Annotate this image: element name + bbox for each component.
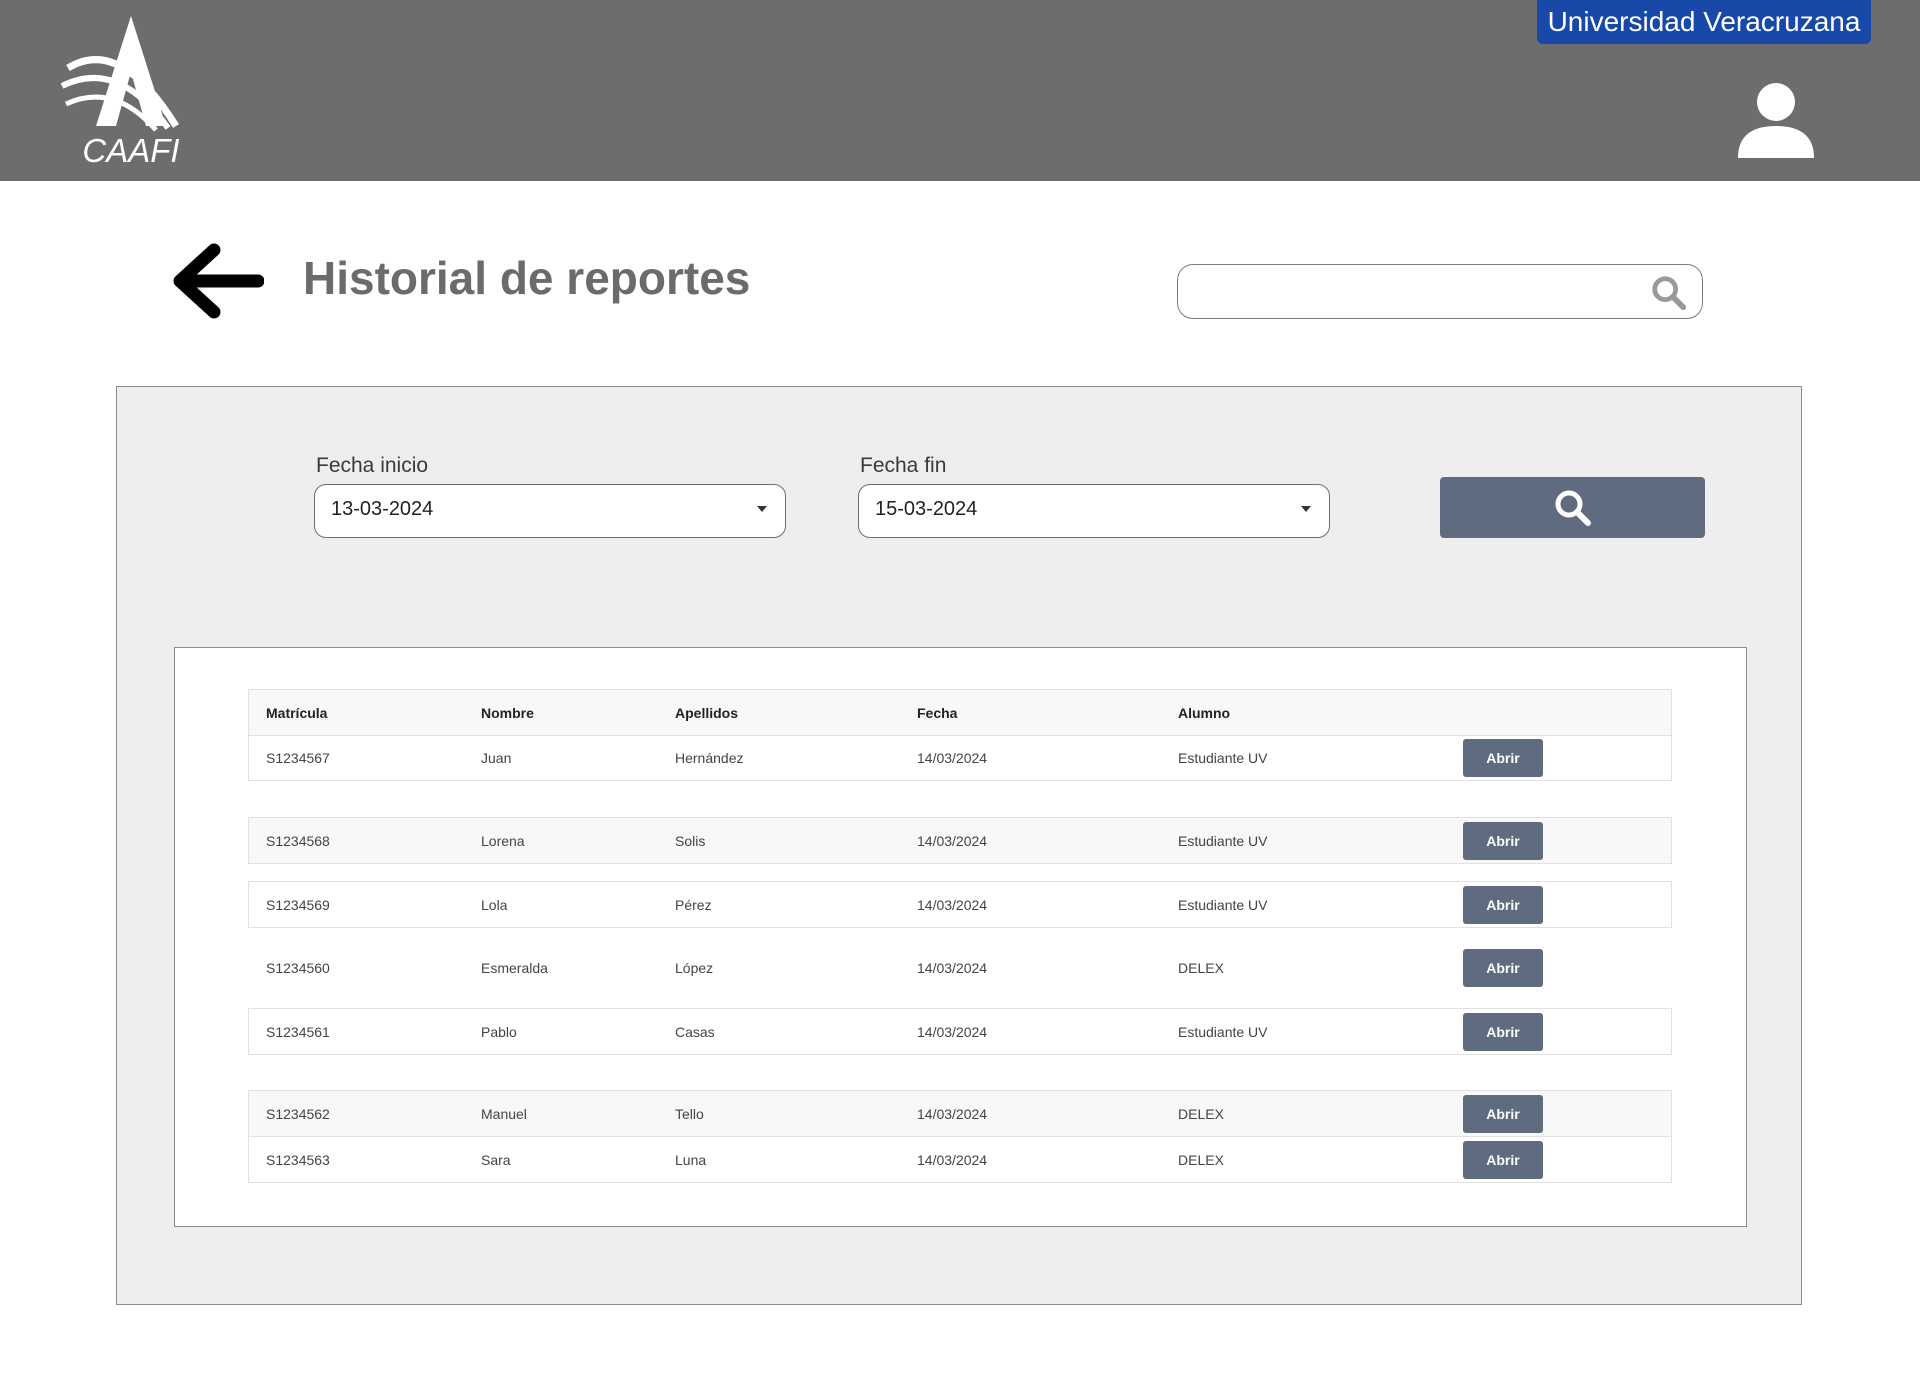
cell-matricula: S1234569 [266, 896, 330, 913]
column-header-alumno: Alumno [1178, 704, 1231, 721]
table-header: Matrícula Nombre Apellidos Fecha Alumno [248, 689, 1672, 736]
cell-nombre: Sara [481, 1151, 511, 1168]
cell-fecha: 14/03/2024 [917, 832, 988, 849]
cell-nombre: Lola [481, 896, 508, 913]
column-header-apellidos: Apellidos [675, 704, 739, 721]
open-report-button[interactable]: Abrir [1463, 1140, 1543, 1179]
open-report-button[interactable]: Abrir [1463, 821, 1543, 860]
table-row: S1234560 Esmeralda López 14/03/2024 DELE… [248, 944, 1672, 991]
start-date-select[interactable]: 13-03-2024 [314, 484, 786, 538]
cell-apellidos: Tello [675, 1105, 704, 1122]
table-row: S1234569 Lola Pérez 14/03/2024 Estudiant… [248, 881, 1672, 928]
cell-matricula: S1234562 [266, 1105, 330, 1122]
open-report-button[interactable]: Abrir [1463, 1094, 1543, 1133]
cell-apellidos: López [675, 959, 714, 976]
cell-apellidos: Pérez [675, 896, 712, 913]
end-date-value: 15-03-2024 [875, 498, 978, 520]
cell-fecha: 14/03/2024 [917, 959, 988, 976]
cell-fecha: 14/03/2024 [917, 1105, 988, 1122]
search-input[interactable] [1194, 273, 1638, 311]
column-header-fecha: Fecha [917, 704, 958, 721]
cell-matricula: S1234561 [266, 1023, 330, 1040]
cell-matricula: S1234567 [266, 750, 330, 766]
cell-apellidos: Hernández [675, 750, 744, 766]
search-icon [1555, 490, 1591, 526]
start-date-label: Fecha inicio [316, 454, 429, 477]
cell-alumno: DELEX [1178, 959, 1224, 976]
end-date-label: Fecha fin [860, 454, 947, 477]
search-box [1177, 264, 1703, 319]
cell-nombre: Lorena [481, 832, 525, 849]
column-header-nombre: Nombre [481, 704, 534, 721]
chevron-down-icon [1301, 506, 1311, 512]
cell-nombre: Manuel [481, 1105, 527, 1122]
cell-matricula: S1234560 [266, 959, 330, 976]
cell-alumno: DELEX [1178, 1105, 1224, 1122]
open-report-button[interactable]: Abrir [1463, 885, 1543, 924]
caafi-logo: CAAFI [60, 16, 180, 166]
cell-nombre: Esmeralda [481, 959, 548, 976]
cell-apellidos: Luna [675, 1151, 707, 1168]
open-report-button[interactable]: Abrir [1463, 948, 1543, 987]
cell-apellidos: Casas [675, 1023, 715, 1040]
chevron-down-icon [757, 506, 767, 512]
cell-alumno: Estudiante UV [1178, 832, 1268, 849]
cell-alumno: DELEX [1178, 1151, 1224, 1168]
cell-nombre: Juan [481, 750, 512, 766]
app-header: CAAFI Universidad Veracruzana [0, 0, 1920, 181]
page-title: Historial de reportes [303, 252, 751, 304]
cell-fecha: 14/03/2024 [917, 750, 988, 766]
table-row: S1234568 Lorena Solis 14/03/2024 Estudia… [248, 817, 1672, 864]
column-header-matricula: Matrícula [266, 704, 328, 721]
end-date-select[interactable]: 15-03-2024 [858, 484, 1330, 538]
table-row: S1234567 Juan Hernández 14/03/2024 Estud… [248, 735, 1672, 781]
cell-fecha: 14/03/2024 [917, 896, 988, 913]
cell-alumno: Estudiante UV [1178, 896, 1268, 913]
arrow-left-icon[interactable] [172, 242, 264, 320]
university-badge: Universidad Veracruzana [1537, 0, 1871, 44]
table-row: S1234561 Pablo Casas 14/03/2024 Estudian… [248, 1008, 1672, 1055]
caafi-logo-text: CAAFI [82, 132, 179, 166]
cell-matricula: S1234568 [266, 832, 330, 849]
open-report-button[interactable]: Abrir [1463, 1012, 1543, 1051]
search-icon[interactable] [1650, 274, 1688, 312]
cell-alumno: Estudiante UV [1178, 750, 1268, 766]
filter-search-button[interactable] [1440, 477, 1705, 538]
cell-nombre: Pablo [481, 1023, 517, 1040]
cell-alumno: Estudiante UV [1178, 1023, 1268, 1040]
start-date-value: 13-03-2024 [331, 498, 434, 520]
cell-matricula: S1234563 [266, 1151, 330, 1168]
user-icon[interactable] [1738, 82, 1814, 158]
cell-fecha: 14/03/2024 [917, 1023, 988, 1040]
table-row: S1234563 Sara Luna 14/03/2024 DELEX Abri… [248, 1136, 1672, 1183]
cell-apellidos: Solis [675, 832, 706, 849]
table-row: S1234562 Manuel Tello 14/03/2024 DELEX A… [248, 1090, 1672, 1137]
cell-fecha: 14/03/2024 [917, 1151, 988, 1168]
open-report-button[interactable]: Abrir [1463, 739, 1543, 777]
